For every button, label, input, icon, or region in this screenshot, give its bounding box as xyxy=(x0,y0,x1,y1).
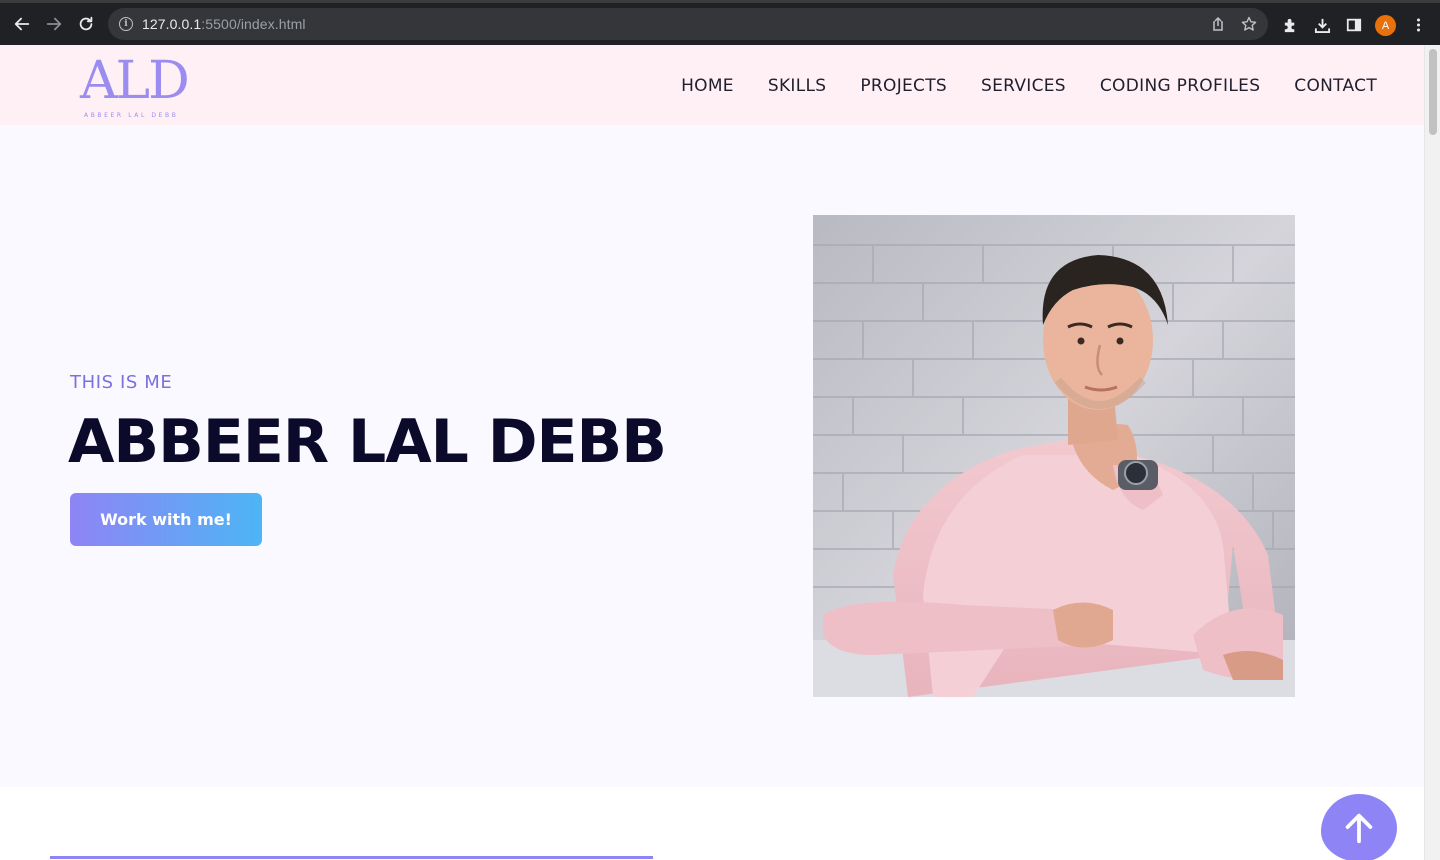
extensions-icon[interactable] xyxy=(1280,15,1300,35)
forward-arrow-icon[interactable] xyxy=(43,13,65,35)
address-url[interactable]: 127.0.0.1:5500/index.html xyxy=(142,16,306,32)
portrait-photo xyxy=(813,215,1295,697)
work-with-me-button[interactable]: Work with me! xyxy=(70,493,262,546)
section-accent-bar xyxy=(50,856,653,859)
bookmark-star-icon[interactable] xyxy=(1241,16,1257,32)
page-scrollbar[interactable] xyxy=(1424,45,1440,860)
nav-services[interactable]: SERVICES xyxy=(981,76,1066,96)
scrollbar-thumb[interactable] xyxy=(1429,49,1437,135)
nav-coding-profiles[interactable]: CODING PROFILES xyxy=(1100,76,1260,96)
nav-skills[interactable]: SKILLS xyxy=(768,76,827,96)
nav-contact[interactable]: CONTACT xyxy=(1294,76,1377,96)
site-info-icon[interactable]: i xyxy=(119,17,133,31)
logo-mark: ALD xyxy=(80,51,190,111)
hero-eyebrow: THIS IS ME xyxy=(70,372,173,393)
back-arrow-icon[interactable] xyxy=(11,13,33,35)
back-to-top-button[interactable] xyxy=(1321,794,1397,860)
address-bar[interactable]: i 127.0.0.1:5500/index.html xyxy=(108,8,1268,40)
share-icon[interactable] xyxy=(1210,16,1226,32)
site-logo[interactable]: ALD ABBEER LAL DEBB xyxy=(78,51,190,121)
logo-subtitle: ABBEER LAL DEBB xyxy=(84,112,179,119)
browser-toolbar: i 127.0.0.1:5500/index.html A xyxy=(0,0,1440,45)
menu-kebab-icon[interactable] xyxy=(1408,15,1428,35)
hero-title: ABBEER LAL DEBB xyxy=(68,407,667,477)
reload-icon[interactable] xyxy=(75,13,97,35)
nav-home[interactable]: HOME xyxy=(681,76,734,96)
nav-projects[interactable]: PROJECTS xyxy=(860,76,947,96)
next-section xyxy=(0,787,1424,860)
side-panel-icon[interactable] xyxy=(1344,15,1364,35)
main-nav: HOME SKILLS PROJECTS SERVICES CODING PRO… xyxy=(681,76,1377,96)
profile-avatar[interactable]: A xyxy=(1375,15,1396,36)
download-icon[interactable] xyxy=(1312,15,1332,35)
url-path: :5500/index.html xyxy=(201,16,306,32)
hero-section: THIS IS ME ABBEER LAL DEBB Work with me! xyxy=(0,125,1424,787)
arrow-up-icon xyxy=(1345,813,1373,844)
site-header: ALD ABBEER LAL DEBB HOME SKILLS PROJECTS… xyxy=(0,45,1424,125)
page-viewport: ALD ABBEER LAL DEBB HOME SKILLS PROJECTS… xyxy=(0,45,1424,860)
url-host: 127.0.0.1 xyxy=(142,16,202,32)
